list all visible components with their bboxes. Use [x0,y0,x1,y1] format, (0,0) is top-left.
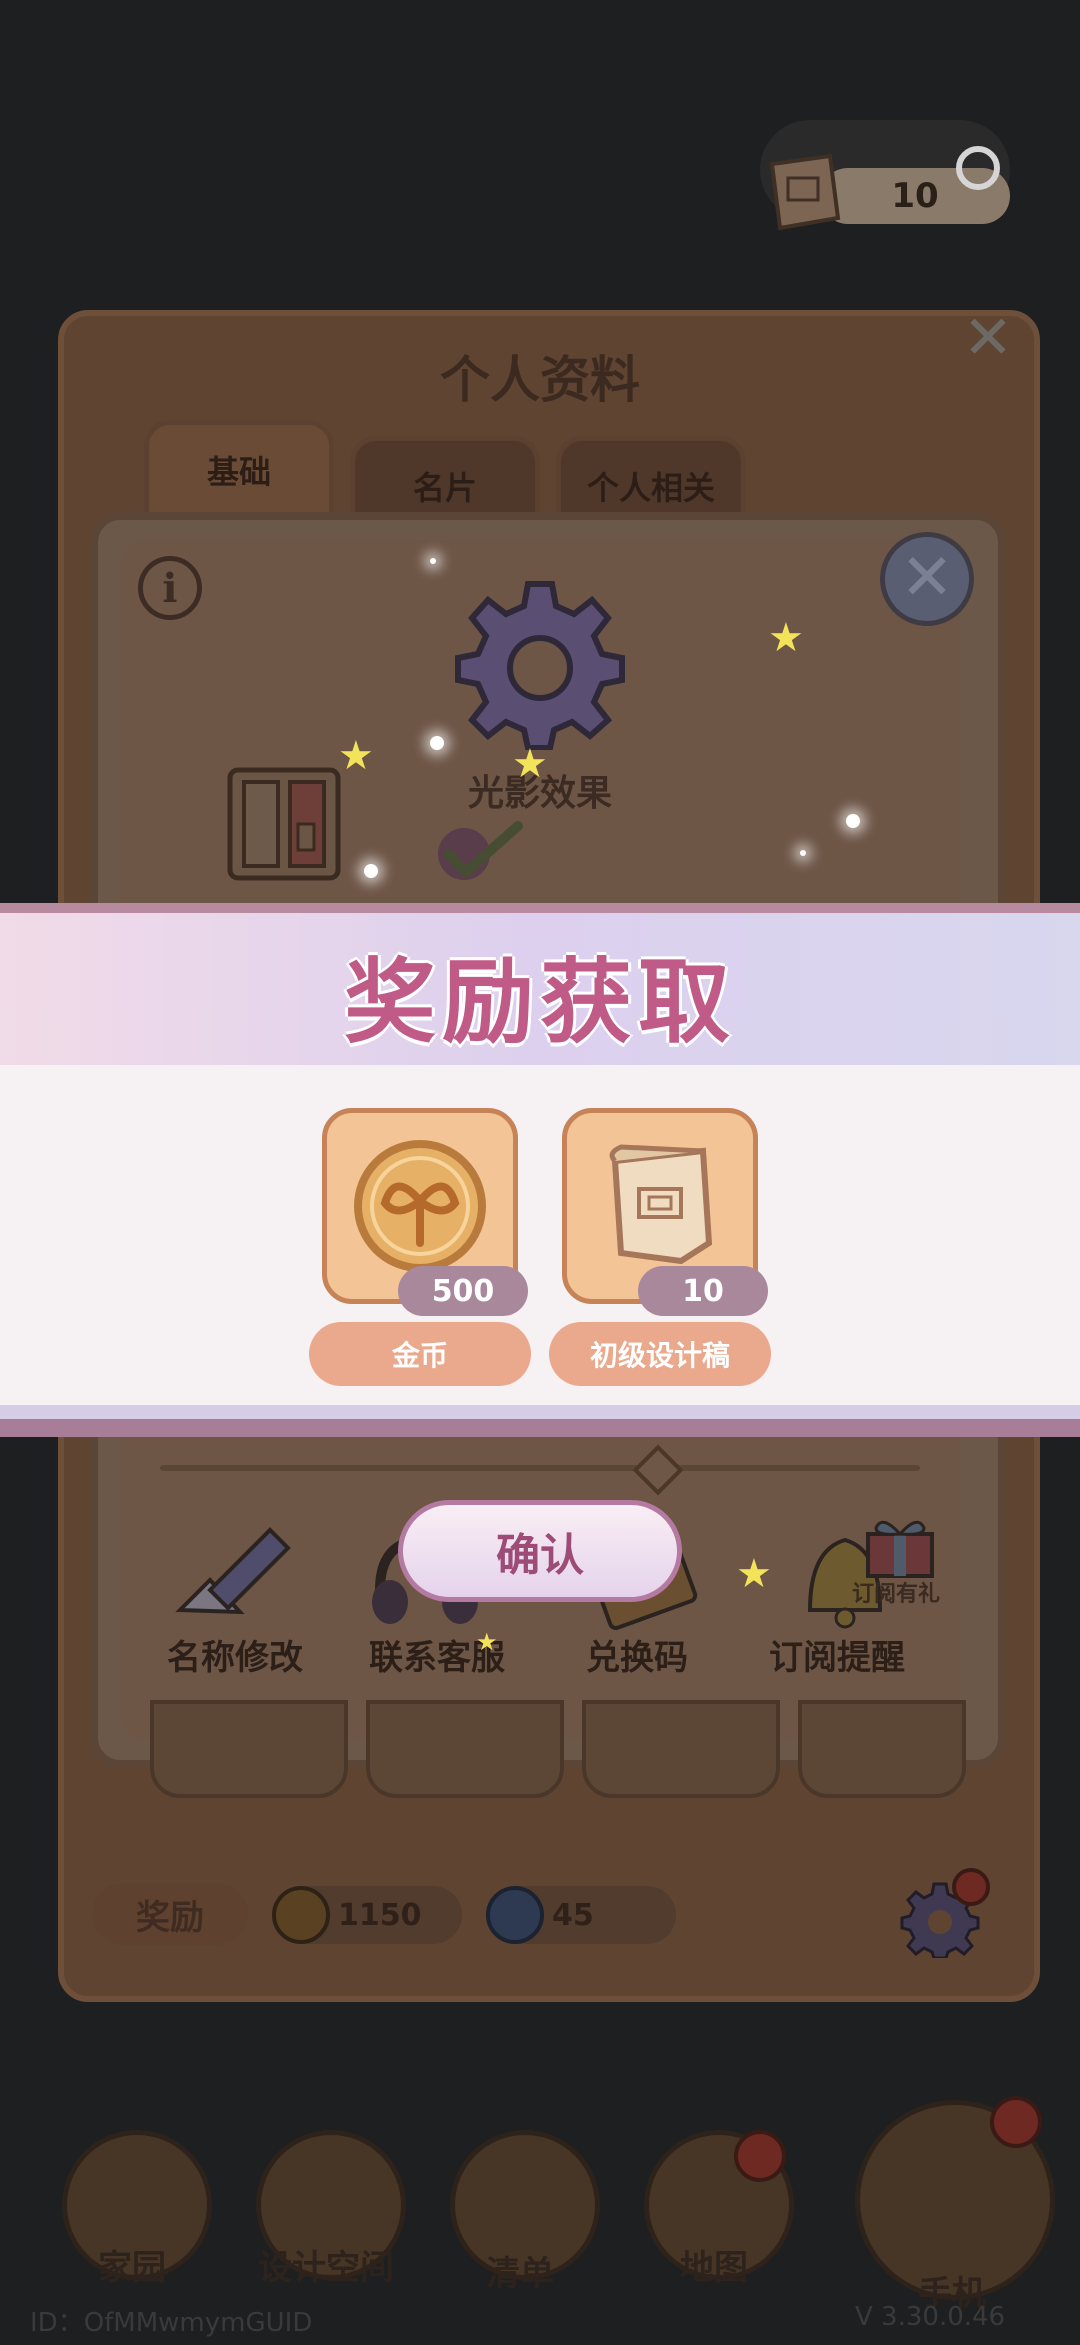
reward-qty: 10 [638,1266,768,1316]
banner-bottom-border [0,1419,1080,1437]
swirl-stat: 45 [486,1886,676,1944]
reward-name: 金币 [309,1322,531,1386]
reward-label: 奖励 [92,1883,248,1945]
star-sparkle-icon: ★ [768,615,804,661]
gold-coin-icon [354,1140,486,1272]
design-scroll-icon [609,1144,713,1265]
checkbox-icon[interactable] [434,818,526,884]
rail-slot [582,1700,780,1798]
version-text: V 3.30.0.46 [855,2302,1006,2332]
star-sparkle-icon: ★ [736,1551,772,1597]
light-sparkle [364,864,378,878]
light-sparkle [430,736,444,750]
gift-icon [866,1520,934,1578]
rail-slot [798,1700,966,1798]
banner-title: 奖励获取 [343,949,736,1056]
pencil-icon [175,1527,291,1615]
banner-bottom-border [0,1405,1080,1419]
light-sparkle [430,558,436,564]
banner-top-border [0,903,1080,913]
notification-dot [990,2096,1042,2148]
panel-title: 个人资料 [440,351,640,409]
phone-toggle-icon[interactable] [226,766,342,882]
player-id: ID：OfMMwmymGUID [30,2308,313,2338]
confirm-button[interactable]: 确认 [398,1500,682,1602]
popup-close-icon[interactable]: ✕ [880,532,974,626]
nav-home-label: 家园 [98,2248,166,2288]
nav-list-label: 清单 [486,2254,554,2294]
info-icon[interactable]: i [138,556,202,620]
light-sparkle [800,850,806,856]
gift-tag: 订阅有礼 [852,1582,941,1607]
scroll-blueprint-icon [769,153,841,231]
reward-name: 初级设计稿 [549,1322,771,1386]
swirl-value: 45 [552,1897,594,1933]
star-sparkle-icon: ★ [512,741,548,787]
rename-button[interactable]: 名称修改 [150,1630,320,1679]
coin-value: 1150 [338,1897,422,1933]
notification-dot [952,1868,990,1906]
coin-icon [272,1886,330,1944]
reward-qty: 500 [398,1266,528,1316]
nav-map-label: 地图 [680,2248,748,2288]
banner-body [0,1065,1080,1405]
resource-toggle-icon[interactable] [956,146,1000,190]
star-sparkle-icon: ★ [476,1628,498,1656]
slider-track[interactable] [160,1465,920,1471]
light-sparkle [846,814,860,828]
panel-close-icon[interactable]: ✕ [960,308,1016,368]
swirl-icon [486,1886,544,1944]
redeem-code-button[interactable]: 兑换码 [552,1630,722,1679]
rail-slot [366,1700,564,1798]
gear-icon [455,581,625,750]
nav-design-label: 设计空间 [258,2248,394,2288]
rail-slot [150,1700,348,1798]
star-sparkle-icon: ★ [338,733,374,779]
coin-stat: 1150 [272,1886,462,1944]
notification-dot [734,2130,786,2182]
tab-basic[interactable]: 基础 [144,420,334,520]
subscribe-reminder-button[interactable]: 订阅提醒 [752,1630,922,1679]
